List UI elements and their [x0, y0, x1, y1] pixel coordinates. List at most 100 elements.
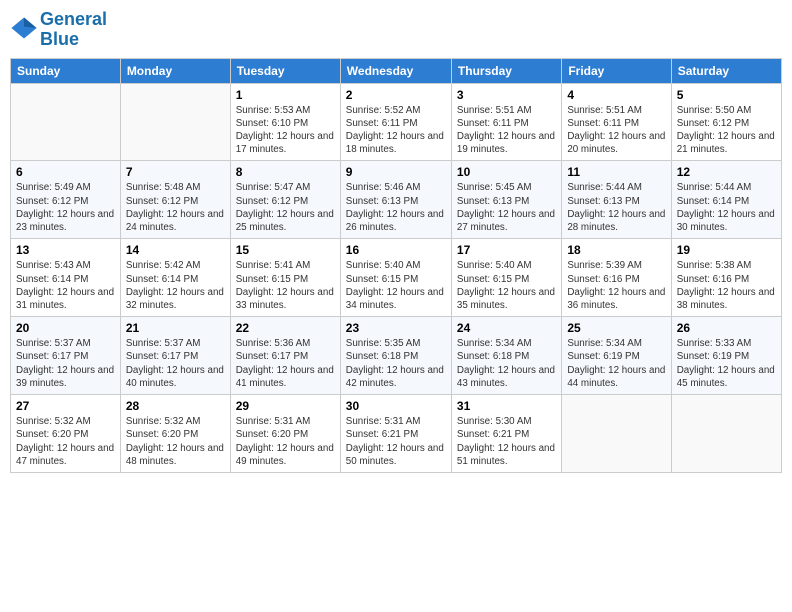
calendar-header-friday: Friday — [562, 58, 671, 83]
calendar-header-thursday: Thursday — [451, 58, 561, 83]
day-number: 8 — [236, 165, 335, 179]
day-number: 29 — [236, 399, 335, 413]
day-number: 21 — [126, 321, 225, 335]
calendar-table: SundayMondayTuesdayWednesdayThursdayFrid… — [10, 58, 782, 473]
day-detail: Sunrise: 5:30 AM Sunset: 6:21 PM Dayligh… — [457, 415, 556, 468]
calendar-cell: 13 Sunrise: 5:43 AM Sunset: 6:14 PM Dayli… — [11, 239, 121, 317]
day-detail: Sunrise: 5:51 AM Sunset: 6:11 PM Dayligh… — [567, 104, 665, 157]
day-number: 13 — [16, 243, 115, 257]
day-number: 12 — [677, 165, 776, 179]
day-number: 17 — [457, 243, 556, 257]
day-number: 25 — [567, 321, 665, 335]
calendar-cell — [671, 395, 781, 473]
day-detail: Sunrise: 5:51 AM Sunset: 6:11 PM Dayligh… — [457, 104, 556, 157]
day-detail: Sunrise: 5:52 AM Sunset: 6:11 PM Dayligh… — [346, 104, 446, 157]
day-detail: Sunrise: 5:40 AM Sunset: 6:15 PM Dayligh… — [457, 259, 556, 312]
day-number: 24 — [457, 321, 556, 335]
day-number: 27 — [16, 399, 115, 413]
calendar-cell: 31 Sunrise: 5:30 AM Sunset: 6:21 PM Dayli… — [451, 395, 561, 473]
day-number: 4 — [567, 88, 665, 102]
day-detail: Sunrise: 5:53 AM Sunset: 6:10 PM Dayligh… — [236, 104, 335, 157]
day-detail: Sunrise: 5:43 AM Sunset: 6:14 PM Dayligh… — [16, 259, 115, 312]
calendar-cell: 21Sunrise: 5:37 AM Sunset: 6:17 PM Dayli… — [120, 317, 230, 395]
day-detail: Sunrise: 5:39 AM Sunset: 6:16 PM Dayligh… — [567, 259, 665, 312]
day-number: 5 — [677, 88, 776, 102]
logo-text: GeneralBlue — [40, 10, 107, 50]
calendar-cell: 7 Sunrise: 5:48 AM Sunset: 6:12 PM Daylig… — [120, 161, 230, 239]
day-detail: Sunrise: 5:47 AM Sunset: 6:12 PM Dayligh… — [236, 181, 335, 234]
day-number: 23 — [346, 321, 446, 335]
day-detail: Sunrise: 5:44 AM Sunset: 6:14 PM Dayligh… — [677, 181, 776, 234]
day-detail: Sunrise: 5:41 AM Sunset: 6:15 PM Dayligh… — [236, 259, 335, 312]
day-detail: Sunrise: 5:46 AM Sunset: 6:13 PM Dayligh… — [346, 181, 446, 234]
day-number: 11 — [567, 165, 665, 179]
day-detail: Sunrise: 5:35 AM Sunset: 6:18 PM Dayligh… — [346, 337, 446, 390]
calendar-cell: 25 Sunrise: 5:34 AM Sunset: 6:19 PM Dayli… — [562, 317, 671, 395]
calendar-week-row: 20 Sunrise: 5:37 AM Sunset: 6:17 PM Dayli… — [11, 317, 782, 395]
calendar-cell — [120, 83, 230, 161]
day-number: 30 — [346, 399, 446, 413]
calendar-cell: 30Sunrise: 5:31 AM Sunset: 6:21 PM Dayli… — [340, 395, 451, 473]
day-detail: Sunrise: 5:44 AM Sunset: 6:13 PM Dayligh… — [567, 181, 665, 234]
day-detail: Sunrise: 5:48 AM Sunset: 6:12 PM Dayligh… — [126, 181, 225, 234]
calendar-cell: 6Sunrise: 5:49 AM Sunset: 6:12 PM Daylig… — [11, 161, 121, 239]
day-detail: Sunrise: 5:40 AM Sunset: 6:15 PM Dayligh… — [346, 259, 446, 312]
day-number: 26 — [677, 321, 776, 335]
day-number: 3 — [457, 88, 556, 102]
calendar-header-row: SundayMondayTuesdayWednesdayThursdayFrid… — [11, 58, 782, 83]
calendar-cell: 17 Sunrise: 5:40 AM Sunset: 6:15 PM Dayli… — [451, 239, 561, 317]
day-number: 14 — [126, 243, 225, 257]
calendar-cell: 12 Sunrise: 5:44 AM Sunset: 6:14 PM Dayli… — [671, 161, 781, 239]
calendar-cell: 1 Sunrise: 5:53 AM Sunset: 6:10 PM Daylig… — [230, 83, 340, 161]
calendar-header-monday: Monday — [120, 58, 230, 83]
day-number: 15 — [236, 243, 335, 257]
day-number: 20 — [16, 321, 115, 335]
calendar-cell: 15 Sunrise: 5:41 AM Sunset: 6:15 PM Dayli… — [230, 239, 340, 317]
calendar-cell: 2Sunrise: 5:52 AM Sunset: 6:11 PM Daylig… — [340, 83, 451, 161]
day-detail: Sunrise: 5:49 AM Sunset: 6:12 PM Dayligh… — [16, 181, 115, 234]
calendar-header-sunday: Sunday — [11, 58, 121, 83]
day-number: 10 — [457, 165, 556, 179]
day-detail: Sunrise: 5:32 AM Sunset: 6:20 PM Dayligh… — [126, 415, 225, 468]
calendar-cell: 27 Sunrise: 5:32 AM Sunset: 6:20 PM Dayli… — [11, 395, 121, 473]
calendar-cell: 29 Sunrise: 5:31 AM Sunset: 6:20 PM Dayli… — [230, 395, 340, 473]
calendar-cell: 8 Sunrise: 5:47 AM Sunset: 6:12 PM Daylig… — [230, 161, 340, 239]
day-detail: Sunrise: 5:42 AM Sunset: 6:14 PM Dayligh… — [126, 259, 225, 312]
day-detail: Sunrise: 5:34 AM Sunset: 6:18 PM Dayligh… — [457, 337, 556, 390]
calendar-cell: 3 Sunrise: 5:51 AM Sunset: 6:11 PM Daylig… — [451, 83, 561, 161]
day-detail: Sunrise: 5:33 AM Sunset: 6:19 PM Dayligh… — [677, 337, 776, 390]
calendar-cell: 22 Sunrise: 5:36 AM Sunset: 6:17 PM Dayli… — [230, 317, 340, 395]
day-detail: Sunrise: 5:38 AM Sunset: 6:16 PM Dayligh… — [677, 259, 776, 312]
day-detail: Sunrise: 5:36 AM Sunset: 6:17 PM Dayligh… — [236, 337, 335, 390]
calendar-cell: 16 Sunrise: 5:40 AM Sunset: 6:15 PM Dayli… — [340, 239, 451, 317]
day-number: 7 — [126, 165, 225, 179]
day-detail: Sunrise: 5:34 AM Sunset: 6:19 PM Dayligh… — [567, 337, 665, 390]
logo: GeneralBlue — [10, 10, 107, 50]
calendar-cell: 24 Sunrise: 5:34 AM Sunset: 6:18 PM Dayli… — [451, 317, 561, 395]
day-detail: Sunrise: 5:37 AM Sunset: 6:17 PM Dayligh… — [16, 337, 115, 390]
day-detail: Sunrise: 5:31 AM Sunset: 6:20 PM Dayligh… — [236, 415, 335, 468]
calendar-header-saturday: Saturday — [671, 58, 781, 83]
day-number: 22 — [236, 321, 335, 335]
calendar-week-row: 13 Sunrise: 5:43 AM Sunset: 6:14 PM Dayli… — [11, 239, 782, 317]
calendar-cell: 26 Sunrise: 5:33 AM Sunset: 6:19 PM Dayli… — [671, 317, 781, 395]
calendar-cell: 23 Sunrise: 5:35 AM Sunset: 6:18 PM Dayli… — [340, 317, 451, 395]
calendar-cell: 18Sunrise: 5:39 AM Sunset: 6:16 PM Dayli… — [562, 239, 671, 317]
calendar-cell — [562, 395, 671, 473]
calendar-cell: 10 Sunrise: 5:45 AM Sunset: 6:13 PM Dayli… — [451, 161, 561, 239]
day-number: 1 — [236, 88, 335, 102]
logo-icon — [10, 14, 38, 42]
day-number: 16 — [346, 243, 446, 257]
day-detail: Sunrise: 5:32 AM Sunset: 6:20 PM Dayligh… — [16, 415, 115, 468]
calendar-cell: 19Sunrise: 5:38 AM Sunset: 6:16 PM Dayli… — [671, 239, 781, 317]
day-number: 28 — [126, 399, 225, 413]
day-detail: Sunrise: 5:45 AM Sunset: 6:13 PM Dayligh… — [457, 181, 556, 234]
day-number: 31 — [457, 399, 556, 413]
calendar-cell: 20 Sunrise: 5:37 AM Sunset: 6:17 PM Dayli… — [11, 317, 121, 395]
calendar-cell: 9 Sunrise: 5:46 AM Sunset: 6:13 PM Daylig… — [340, 161, 451, 239]
calendar-cell: 28 Sunrise: 5:32 AM Sunset: 6:20 PM Dayli… — [120, 395, 230, 473]
calendar-cell: 14 Sunrise: 5:42 AM Sunset: 6:14 PM Dayli… — [120, 239, 230, 317]
day-number: 9 — [346, 165, 446, 179]
calendar-header-wednesday: Wednesday — [340, 58, 451, 83]
calendar-header-tuesday: Tuesday — [230, 58, 340, 83]
